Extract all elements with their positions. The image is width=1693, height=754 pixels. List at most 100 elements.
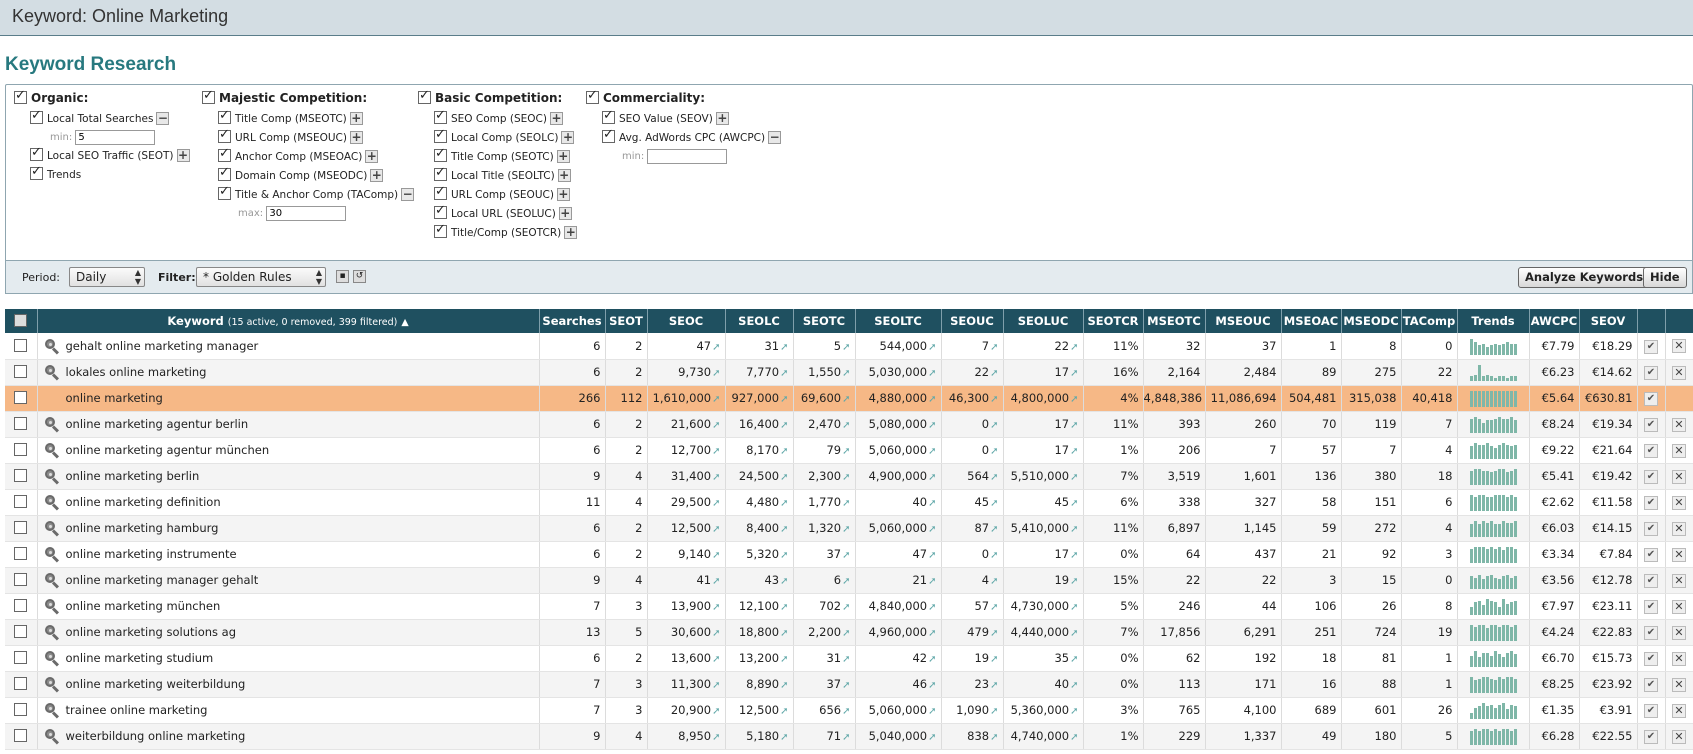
- group-checkbox[interactable]: [14, 88, 27, 104]
- expand-plus-icon[interactable]: +: [564, 226, 578, 239]
- row-checkbox[interactable]: [14, 573, 28, 586]
- keyword-cell[interactable]: online marketing agentur berlin: [37, 411, 540, 438]
- keyword-cell[interactable]: gehalt online marketing manager: [37, 333, 540, 360]
- remove-x-icon[interactable]: ✕: [1672, 729, 1686, 744]
- key-icon[interactable]: [44, 572, 60, 589]
- external-link-icon[interactable]: ➚: [1070, 524, 1078, 535]
- row-checkbox[interactable]: [14, 495, 28, 508]
- row-checkbox-cell[interactable]: [5, 567, 38, 594]
- keyword-cell[interactable]: online marketing hamburg: [37, 515, 540, 542]
- table-row[interactable]: online marketing manager gehalt 9 4 41➚ 43➚ 6…: [5, 567, 1693, 594]
- group-checkbox[interactable]: [586, 88, 599, 104]
- remove-cell[interactable]: ✕: [1665, 567, 1693, 594]
- external-link-icon[interactable]: ➚: [928, 368, 936, 379]
- table-row[interactable]: online marketing 266 112 1,610,000➚ 927,000➚…: [5, 385, 1693, 412]
- row-checkbox-cell[interactable]: [5, 645, 38, 672]
- external-link-icon[interactable]: ➚: [1070, 680, 1078, 691]
- external-link-icon[interactable]: ➚: [842, 628, 850, 639]
- row-checkbox[interactable]: [14, 677, 28, 690]
- external-link-icon[interactable]: ➚: [990, 394, 998, 405]
- external-link-icon[interactable]: ➚: [928, 602, 936, 613]
- key-icon[interactable]: [44, 702, 60, 719]
- remove-x-icon[interactable]: ✕: [1672, 495, 1686, 510]
- accept-check-icon[interactable]: ✔: [1644, 574, 1658, 588]
- keyword-cell[interactable]: online marketing berlin: [37, 463, 540, 490]
- option-checkbox[interactable]: [30, 164, 43, 180]
- remove-x-icon[interactable]: ✕: [1672, 703, 1686, 718]
- remove-cell[interactable]: ✕: [1665, 671, 1693, 698]
- accept-cell[interactable]: ✔: [1637, 489, 1666, 516]
- table-row[interactable]: online marketing hamburg 6 2 12,500➚ 8,400➚ 1…: [5, 515, 1693, 542]
- collapse-minus-icon[interactable]: −: [768, 131, 782, 144]
- external-link-icon[interactable]: ➚: [842, 342, 850, 353]
- table-row[interactable]: online marketing studium 6 2 13,600➚ 13,200➚…: [5, 645, 1693, 672]
- external-link-icon[interactable]: ➚: [780, 576, 788, 587]
- key-icon[interactable]: [44, 598, 60, 615]
- accept-cell[interactable]: ✔: [1637, 723, 1666, 750]
- accept-cell[interactable]: ✔: [1637, 593, 1666, 620]
- expand-plus-icon[interactable]: +: [349, 112, 363, 125]
- external-link-icon[interactable]: ➚: [990, 368, 998, 379]
- row-checkbox-cell[interactable]: [5, 463, 38, 490]
- remove-x-icon[interactable]: ✕: [1672, 339, 1686, 354]
- external-link-icon[interactable]: ➚: [780, 394, 788, 405]
- external-link-icon[interactable]: ➚: [780, 550, 788, 561]
- remove-x-icon[interactable]: ✕: [1672, 521, 1686, 536]
- key-icon[interactable]: [44, 728, 60, 745]
- remove-cell[interactable]: [1665, 385, 1693, 412]
- option-checkbox[interactable]: [434, 127, 447, 143]
- expand-plus-icon[interactable]: +: [370, 169, 384, 182]
- remove-cell[interactable]: ✕: [1665, 593, 1693, 620]
- external-link-icon[interactable]: ➚: [1070, 342, 1078, 353]
- period-select[interactable]: Daily ▲ ▼: [69, 267, 145, 287]
- row-checkbox-cell[interactable]: [5, 411, 38, 438]
- remove-x-icon[interactable]: ✕: [1672, 599, 1686, 614]
- keyword-cell[interactable]: online marketing studium: [37, 645, 540, 672]
- column-header-seoc[interactable]: SEOC: [647, 309, 726, 333]
- accept-check-icon[interactable]: ✔: [1644, 704, 1658, 718]
- option-checkbox[interactable]: [218, 108, 231, 124]
- external-link-icon[interactable]: ➚: [1070, 368, 1078, 379]
- external-link-icon[interactable]: ➚: [1070, 472, 1078, 483]
- option-checkbox[interactable]: [434, 184, 447, 200]
- key-icon[interactable]: [44, 624, 60, 641]
- remove-x-icon[interactable]: ✕: [1672, 625, 1686, 640]
- expand-plus-icon[interactable]: +: [558, 207, 572, 220]
- row-checkbox[interactable]: [14, 547, 28, 560]
- external-link-icon[interactable]: ➚: [842, 446, 850, 457]
- row-checkbox[interactable]: [14, 703, 28, 716]
- accept-check-icon[interactable]: ✔: [1644, 470, 1658, 484]
- option-checkbox[interactable]: [434, 203, 447, 219]
- option-checkbox[interactable]: [434, 146, 447, 162]
- accept-check-icon[interactable]: ✔: [1644, 366, 1658, 380]
- external-link-icon[interactable]: ➚: [928, 576, 936, 587]
- accept-cell[interactable]: ✔: [1637, 411, 1666, 438]
- external-link-icon[interactable]: ➚: [780, 524, 788, 535]
- external-link-icon[interactable]: ➚: [842, 498, 850, 509]
- external-link-icon[interactable]: ➚: [780, 628, 788, 639]
- accept-cell[interactable]: ✔: [1637, 333, 1666, 360]
- accept-check-icon[interactable]: ✔: [1644, 339, 1658, 354]
- select-all-header[interactable]: [5, 309, 38, 333]
- table-row[interactable]: lokales online marketing 6 2 9,730➚ 7,770➚ 1,…: [5, 359, 1693, 386]
- external-link-icon[interactable]: ➚: [780, 732, 788, 743]
- external-link-icon[interactable]: ➚: [990, 342, 998, 353]
- column-header-seot[interactable]: SEOT: [605, 309, 648, 333]
- accept-check-icon[interactable]: ✔: [1644, 522, 1658, 536]
- external-link-icon[interactable]: ➚: [842, 654, 850, 665]
- keyword-cell[interactable]: online marketing: [37, 385, 540, 412]
- row-checkbox-cell[interactable]: [5, 437, 38, 464]
- key-icon[interactable]: [44, 520, 60, 537]
- row-checkbox[interactable]: [14, 651, 28, 664]
- column-header-seotcr[interactable]: SEOTCR: [1083, 309, 1144, 333]
- accept-cell[interactable]: ✔: [1637, 515, 1666, 542]
- row-checkbox[interactable]: [14, 443, 28, 456]
- external-link-icon[interactable]: ➚: [1070, 550, 1078, 561]
- external-link-icon[interactable]: ➚: [712, 628, 720, 639]
- external-link-icon[interactable]: ➚: [990, 498, 998, 509]
- external-link-icon[interactable]: ➚: [928, 524, 936, 535]
- row-checkbox-cell[interactable]: [5, 619, 38, 646]
- external-link-icon[interactable]: ➚: [780, 368, 788, 379]
- external-link-icon[interactable]: ➚: [1070, 498, 1078, 509]
- row-checkbox-cell[interactable]: [5, 541, 38, 568]
